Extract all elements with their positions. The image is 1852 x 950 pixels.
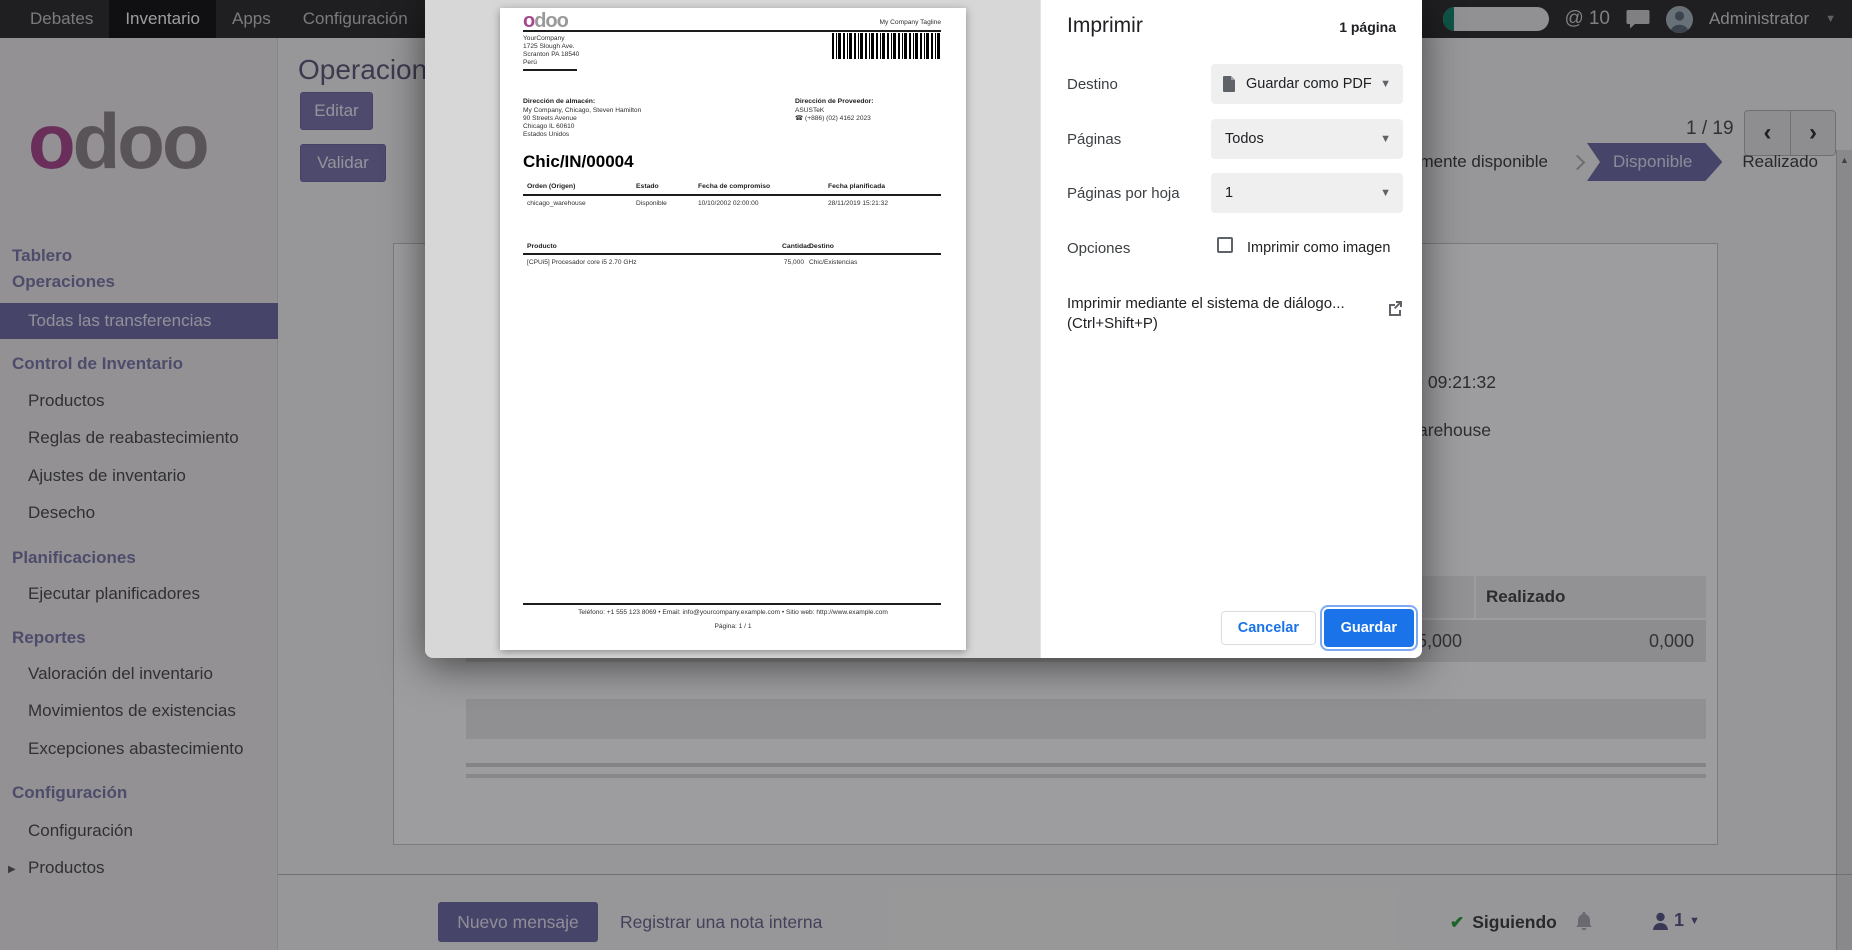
doc-cell-cantidad: 75,000 — [783, 259, 804, 267]
doc-col-planificada: Fecha planificada — [828, 183, 885, 190]
doc-warehouse-line: Chicago IL 60610 — [523, 123, 574, 131]
doc-col-cantidad: Cantidad — [782, 243, 811, 250]
print-settings-pane: Imprimir 1 página Destino Guardar como P… — [1040, 0, 1422, 658]
page-count-label: 1 página — [1339, 19, 1396, 35]
doc-footer-rule — [523, 603, 941, 605]
print-dialog-title: Imprimir — [1067, 14, 1143, 38]
save-button[interactable]: Guardar — [1324, 609, 1414, 647]
print-as-image-label: Imprimir como imagen — [1247, 240, 1390, 256]
doc-warehouse-title: Dirección de almacén: — [523, 98, 595, 105]
doc-vendor-title: Dirección de Proveedor: — [795, 98, 874, 105]
doc-company-country: Perú — [523, 59, 537, 67]
doc-warehouse-line: My Company, Chicago, Steven Hamilton — [523, 107, 641, 115]
doc-col-orden: Orden (Origen) — [527, 183, 575, 190]
doc-col-estado: Estado — [636, 183, 659, 190]
destination-label: Destino — [1067, 76, 1118, 93]
doc-table-rule — [523, 253, 941, 255]
pages-per-sheet-label: Páginas por hoja — [1067, 185, 1180, 202]
doc-col-destino: Destino — [809, 243, 834, 250]
print-as-image-checkbox[interactable] — [1217, 237, 1233, 253]
doc-cell-producto: [CPUi5] Procesador core i5 2.70 GHz — [527, 259, 637, 267]
cancel-button[interactable]: Cancelar — [1221, 611, 1316, 645]
doc-vendor-name: ASUSTeK — [795, 107, 824, 115]
doc-vendor-phone: ☎ (+886) (02) 4162 2023 — [795, 115, 871, 123]
screen: Debates Inventario Apps Configuración @1… — [0, 0, 1852, 950]
doc-warehouse-line: 90 Streets Avenue — [523, 115, 577, 123]
document-icon — [1223, 76, 1236, 92]
doc-col-compromiso: Fecha de compromiso — [698, 183, 770, 190]
options-label: Opciones — [1067, 240, 1130, 257]
doc-cell-estado: Disponible — [636, 200, 667, 208]
print-preview-pane: odoo My Company Tagline YourCompany 1725… — [425, 0, 1040, 658]
doc-company-underline — [523, 69, 577, 71]
chevron-down-icon: ▼ — [1380, 78, 1391, 90]
doc-table-rule — [523, 194, 941, 196]
pages-per-sheet-select[interactable]: 1 ▼ — [1211, 173, 1403, 213]
doc-company-city: Scranton PA 18540 — [523, 51, 579, 59]
doc-cell-compromiso: 10/10/2002 02:00:00 — [698, 200, 759, 208]
doc-warehouse-line: Estados Unidos — [523, 131, 569, 139]
doc-cell-planificada: 28/11/2019 15:21:32 — [828, 200, 888, 208]
pages-label: Páginas — [1067, 131, 1121, 148]
destination-select[interactable]: Guardar como PDF ▼ — [1211, 64, 1403, 104]
doc-header-rule — [523, 30, 941, 32]
print-dialog: odoo My Company Tagline YourCompany 1725… — [425, 0, 1422, 658]
doc-footer-contact: Teléfono: +1 555 123 8069 • Email: info@… — [500, 609, 966, 617]
barcode — [832, 33, 940, 59]
external-link-icon — [1387, 300, 1403, 316]
system-dialog-link[interactable]: Imprimir mediante el sistema de diálogo.… — [1067, 294, 1345, 334]
doc-footer-page: Página: 1 / 1 — [500, 623, 966, 631]
doc-tagline: My Company Tagline — [880, 19, 941, 27]
phone-icon: ☎ — [795, 115, 805, 122]
doc-company-name: YourCompany — [523, 35, 565, 43]
chevron-down-icon: ▼ — [1380, 133, 1391, 145]
pdf-page: odoo My Company Tagline YourCompany 1725… — [500, 8, 966, 650]
chevron-down-icon: ▼ — [1380, 187, 1391, 199]
doc-company-street: 1725 Slough Ave. — [523, 43, 575, 51]
doc-cell-destino: Chic/Existencias — [809, 259, 857, 267]
pages-select[interactable]: Todos ▼ — [1211, 119, 1403, 159]
doc-col-producto: Producto — [527, 243, 557, 250]
doc-reference: Chic/IN/00004 — [523, 152, 634, 172]
doc-cell-origen: chicago_warehouse — [527, 200, 586, 208]
